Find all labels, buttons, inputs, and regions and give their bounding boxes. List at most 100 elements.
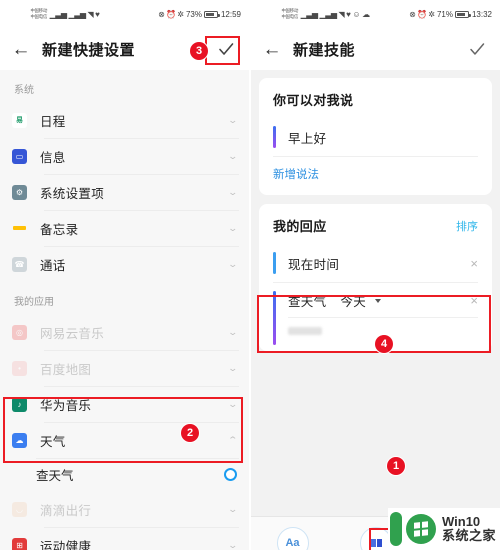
watermark-text: Win10 系统之家 (442, 515, 496, 542)
watermark-line2: 系统之家 (441, 528, 496, 543)
watermark: Win10 系统之家 (387, 508, 500, 550)
list-item-system-settings[interactable]: ⚙ 系统设置项 ⌄ (0, 174, 249, 210)
list-item-calendar[interactable]: 易 日程 ⌄ (0, 102, 249, 138)
wifi-icon: ◥ (338, 9, 345, 19)
carrier-labels: 中国移动 中国电信 (281, 8, 298, 19)
group-title-system: 系统 (0, 70, 249, 102)
weather-icon: ☁ (12, 432, 27, 448)
annotation-badge-3: 3 (190, 42, 208, 60)
list-item-memo[interactable]: 备忘录 ⌄ (0, 210, 249, 246)
status-icons: ⊗ ⏰ ✲ (409, 9, 435, 19)
carrier-labels: 中国移动 中国电信 (30, 8, 47, 19)
left-status-left: 中国移动 中国电信 ▁▃▅ ▁▃▅ ◥ ♥ (30, 8, 100, 20)
chevron-down-icon[interactable]: ⌄ (228, 504, 239, 514)
call-icon: ☎ (12, 256, 27, 272)
card-header: 你可以对我说 (273, 90, 478, 109)
blurred-value (288, 327, 322, 335)
list-item-label: 系统设置项 (40, 186, 105, 201)
left-list-scroll[interactable]: 系统 易 日程 ⌄ ▭ 信息 ⌄ ⚙ 系统设置项 ⌄ 备忘录 ⌄ ☎ 通话 ⌄ … (0, 70, 249, 550)
didi-icon: ◡ (12, 501, 27, 517)
battery-icon (455, 10, 471, 18)
close-icon[interactable]: × (462, 257, 478, 270)
right-status-left: 中国移动 中国电信 ▁▃▅ ▁▃▅ ◥ ♥ ☺ ☁ (281, 8, 370, 20)
list-item-call[interactable]: ☎ 通话 ⌄ (0, 246, 249, 282)
signal-bars-2-icon: ▁▃▅ (68, 9, 86, 19)
annotation-badge-1: 1 (387, 457, 405, 475)
response-header-row: 查天气 今天 × (288, 291, 478, 318)
back-arrow-icon[interactable]: ← (261, 38, 283, 60)
chevron-down-icon[interactable]: ⌄ (228, 327, 239, 337)
signal-bars-icon: ▁▃▅ (300, 9, 318, 19)
radio-selected-icon[interactable] (224, 468, 237, 481)
card-title: 你可以对我说 (273, 93, 354, 108)
toolbar-item-personal-reply[interactable]: Aa 个性回复 (262, 527, 324, 550)
chevron-down-icon[interactable]: ⌄ (228, 363, 239, 373)
netease-music-icon: ◎ (12, 324, 27, 340)
signal-bars-2-icon: ▁▃▅ (319, 9, 337, 19)
list-item-label: 百度地图 (40, 362, 92, 377)
left-app-bar: ← 新建快捷设置 3 (0, 28, 249, 70)
carrier-line2: 中国电信 (30, 14, 48, 19)
accent-bar (273, 291, 276, 345)
response-item-time[interactable]: 现在时间 × (273, 244, 478, 283)
watermark-leaf-icon (389, 512, 402, 546)
response-text: 查天气 (288, 295, 327, 309)
status-time: 13:32 (471, 9, 492, 19)
chevron-down-icon[interactable]: ⌄ (228, 259, 239, 269)
health-icon: ⊞ (12, 537, 27, 550)
sort-button[interactable]: 排序 (456, 218, 478, 234)
memo-icon (12, 221, 27, 236)
response-text: 现在时间 (288, 257, 340, 272)
watermark-windows-icon (405, 514, 436, 544)
chevron-down-icon[interactable]: ⌄ (228, 399, 239, 409)
baidu-map-icon: • (12, 360, 27, 376)
confirm-check-button[interactable] (213, 36, 239, 62)
chevron-down-icon[interactable]: ⌄ (228, 151, 239, 161)
chevron-up-icon[interactable]: ⌃ (228, 435, 239, 445)
watermark-line1: Win10 (441, 514, 481, 530)
list-item-label: 通话 (40, 258, 66, 273)
page-title: 新建技能 (293, 41, 356, 59)
calendar-icon: 易 (12, 112, 27, 128)
settings-icon: ⚙ (12, 184, 27, 200)
close-icon[interactable]: × (462, 294, 478, 307)
sub-item-check-weather[interactable]: 查天气 (0, 458, 249, 491)
right-phone-screen: 中国移动 中国电信 ▁▃▅ ▁▃▅ ◥ ♥ ☺ ☁ ⊗ ⏰ ✲ 71% 13:3… (251, 0, 500, 550)
back-arrow-icon[interactable]: ← (10, 38, 32, 60)
list-item-label: 日程 (40, 114, 66, 129)
list-item-huawei-music[interactable]: ♪ 华为音乐 ⌄ (0, 386, 249, 422)
accent-bar (273, 126, 276, 148)
confirm-check-button[interactable] (464, 36, 490, 62)
left-status-right: ⊗ ⏰ ✲ 73% 12:59 (158, 10, 241, 19)
list-item-didi[interactable]: ◡ 滴滴出行 ⌄ (0, 491, 249, 527)
annotation-badge-2: 2 (181, 424, 199, 442)
chevron-down-icon[interactable]: ⌄ (228, 187, 239, 197)
card-my-response: 我的回应 排序 现在时间 × 查天气 今天 × (259, 204, 492, 351)
response-item-weather[interactable]: 查天气 今天 × (273, 283, 478, 345)
list-item-label: 天气 (40, 434, 66, 449)
phrase-field[interactable]: 早上好 (273, 118, 478, 157)
list-item-health[interactable]: ⊞ 运动健康 ⌄ (0, 527, 249, 550)
card-header: 我的回应 排序 (273, 216, 478, 235)
heart-icon: ♥ (346, 9, 351, 19)
chevron-down-icon[interactable]: ⌄ (228, 115, 239, 125)
list-item-label: 运动健康 (40, 539, 92, 550)
add-phrase-link[interactable]: 新增说法 (273, 166, 319, 182)
screenshot-root: 中国移动 中国电信 ▁▃▅ ▁▃▅ ◥ ♥ ⊗ ⏰ ✲ 73% 12:59 ← … (0, 0, 500, 550)
page-title: 新建快捷设置 (42, 41, 136, 59)
response-param[interactable]: 今天 (340, 291, 366, 310)
phrase-text: 早上好 (288, 131, 327, 146)
list-item-label: 信息 (40, 150, 66, 165)
list-item-message[interactable]: ▭ 信息 ⌄ (0, 138, 249, 174)
list-item-netease-music[interactable]: ◎ 网易云音乐 ⌄ (0, 314, 249, 350)
right-status-bar: 中国移动 中国电信 ▁▃▅ ▁▃▅ ◥ ♥ ☺ ☁ ⊗ ⏰ ✲ 71% 13:3… (251, 0, 500, 28)
caret-down-icon[interactable] (375, 298, 382, 303)
chevron-down-icon[interactable]: ⌄ (228, 540, 239, 550)
left-status-bar: 中国移动 中国电信 ▁▃▅ ▁▃▅ ◥ ♥ ⊗ ⏰ ✲ 73% 12:59 (0, 0, 249, 28)
list-item-weather[interactable]: ☁ 天气 ⌃ (0, 422, 249, 458)
battery-percent: 73% (185, 9, 202, 19)
chevron-down-icon[interactable]: ⌄ (228, 223, 239, 233)
card-you-can-say: 你可以对我说 早上好 新增说法 (259, 78, 492, 195)
list-item-baidu-map[interactable]: • 百度地图 ⌄ (0, 350, 249, 386)
system-list: 易 日程 ⌄ ▭ 信息 ⌄ ⚙ 系统设置项 ⌄ 备忘录 ⌄ ☎ 通话 ⌄ (0, 102, 249, 282)
